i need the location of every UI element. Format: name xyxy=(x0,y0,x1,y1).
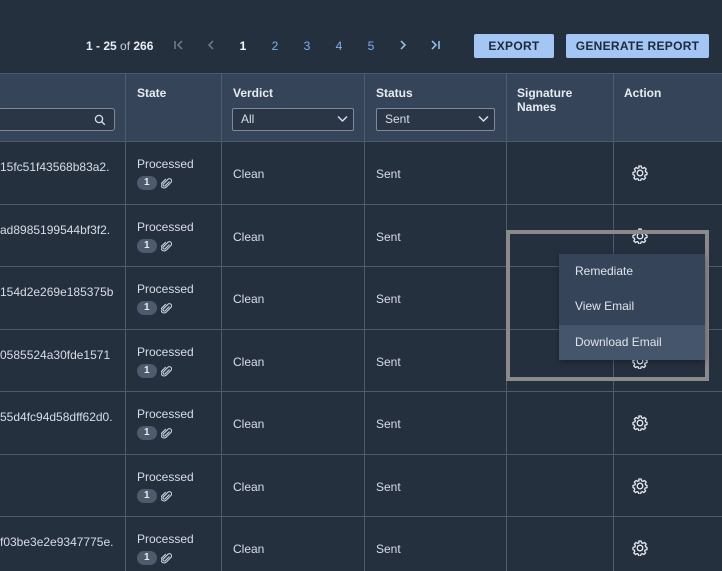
paperclip-icon xyxy=(160,553,172,564)
status-value: Sent xyxy=(376,479,401,494)
column-header-signature-names[interactable]: Signature Names xyxy=(517,86,572,114)
gear-icon[interactable] xyxy=(632,477,648,494)
email-id: 0585524a30fde1571 xyxy=(0,347,111,362)
email-id: f03be3e2e9347775e. xyxy=(0,535,114,549)
menu-item-remediate[interactable]: Remediate xyxy=(559,254,705,289)
column-header-state[interactable]: State xyxy=(137,86,166,100)
gear-icon[interactable] xyxy=(632,540,648,556)
verdict-filter-value: All xyxy=(241,112,255,126)
attachment-count-badge: 1 xyxy=(137,551,157,565)
verdict-filter-select[interactable]: All xyxy=(232,108,354,131)
verdict-value: Clean xyxy=(233,229,265,244)
attachment-count-badge: 1 xyxy=(137,176,157,190)
search-input[interactable] xyxy=(0,108,115,131)
attachment-count-badge: 1 xyxy=(137,426,157,440)
search-icon xyxy=(94,114,106,126)
paperclip-icon xyxy=(160,178,172,189)
paperclip-icon xyxy=(160,303,172,314)
status-value: Sent xyxy=(376,229,401,244)
email-id: 15fc51f43568b83a2. xyxy=(0,160,110,174)
column-divider xyxy=(364,73,365,571)
verdict-value: Clean xyxy=(233,354,265,369)
email-id: 55d4fc94d58dff62d0. xyxy=(0,410,113,424)
state-value: Processed xyxy=(137,157,194,171)
email-id: 154d2e269e185375b xyxy=(0,285,114,299)
status-filter-value: Sent xyxy=(385,112,410,126)
status-value: Sent xyxy=(376,542,401,556)
attachment-indicator: 1 xyxy=(137,426,172,440)
state-value: Processed xyxy=(137,219,194,234)
first-page-icon[interactable] xyxy=(168,36,190,56)
next-page-icon[interactable] xyxy=(392,36,414,56)
gear-icon[interactable] xyxy=(632,415,648,431)
paperclip-icon xyxy=(160,365,172,377)
menu-item-download-email[interactable]: Download Email xyxy=(559,325,705,360)
attachment-indicator: 1 xyxy=(137,363,172,378)
chevron-down-icon xyxy=(478,115,489,123)
state-value: Processed xyxy=(137,469,194,484)
paperclip-icon xyxy=(160,240,172,252)
chevron-down-icon xyxy=(337,115,348,123)
generate-report-button[interactable]: GENERATE REPORT xyxy=(566,34,709,58)
pagination-toolbar: 1 - 25 of 266 1 2 3 4 5 EXPORT GENERATE … xyxy=(0,0,722,73)
page-4[interactable]: 4 xyxy=(328,36,350,56)
attachment-count-badge: 1 xyxy=(137,488,157,503)
paperclip-icon xyxy=(160,428,172,439)
status-value: Sent xyxy=(376,417,401,431)
verdict-value: Clean xyxy=(233,167,265,181)
verdict-value: Clean xyxy=(233,479,265,494)
status-value: Sent xyxy=(376,354,401,369)
paperclip-icon xyxy=(160,490,172,502)
attachment-indicator: 1 xyxy=(137,176,172,190)
status-value: Sent xyxy=(376,167,401,181)
last-page-icon[interactable] xyxy=(424,36,446,56)
verdict-value: Clean xyxy=(233,292,265,306)
attachment-indicator: 1 xyxy=(137,238,172,253)
state-value: Processed xyxy=(137,282,194,296)
gear-icon[interactable] xyxy=(632,165,648,181)
state-value: Processed xyxy=(137,344,194,359)
page-2[interactable]: 2 xyxy=(264,36,286,56)
action-context-menu: Remediate View Email Download Email xyxy=(559,254,705,360)
menu-item-view-email[interactable]: View Email xyxy=(559,289,705,324)
column-header-verdict[interactable]: Verdict xyxy=(233,86,273,100)
column-divider xyxy=(125,73,126,571)
page-1[interactable]: 1 xyxy=(232,36,254,56)
page-5[interactable]: 5 xyxy=(360,36,382,56)
attachment-indicator: 1 xyxy=(137,488,172,503)
attachment-indicator: 1 xyxy=(137,551,172,565)
verdict-value: Clean xyxy=(233,542,265,556)
result-range: 1 - 25 of 266 xyxy=(86,39,154,53)
attachment-indicator: 1 xyxy=(137,301,172,315)
column-divider xyxy=(221,73,222,571)
attachment-count-badge: 1 xyxy=(137,238,157,253)
status-filter-select[interactable]: Sent xyxy=(376,108,495,131)
page-3[interactable]: 3 xyxy=(296,36,318,56)
email-id: ad8985199544bf3f2. xyxy=(0,222,111,237)
state-value: Processed xyxy=(137,407,194,421)
verdict-value: Clean xyxy=(233,417,265,431)
status-value: Sent xyxy=(376,292,401,306)
column-header-status[interactable]: Status xyxy=(376,86,413,100)
state-value: Processed xyxy=(137,532,194,546)
attachment-count-badge: 1 xyxy=(137,363,157,378)
prev-page-icon[interactable] xyxy=(200,36,222,56)
column-header-action: Action xyxy=(624,86,662,100)
attachment-count-badge: 1 xyxy=(137,301,157,315)
export-button[interactable]: EXPORT xyxy=(474,34,554,58)
